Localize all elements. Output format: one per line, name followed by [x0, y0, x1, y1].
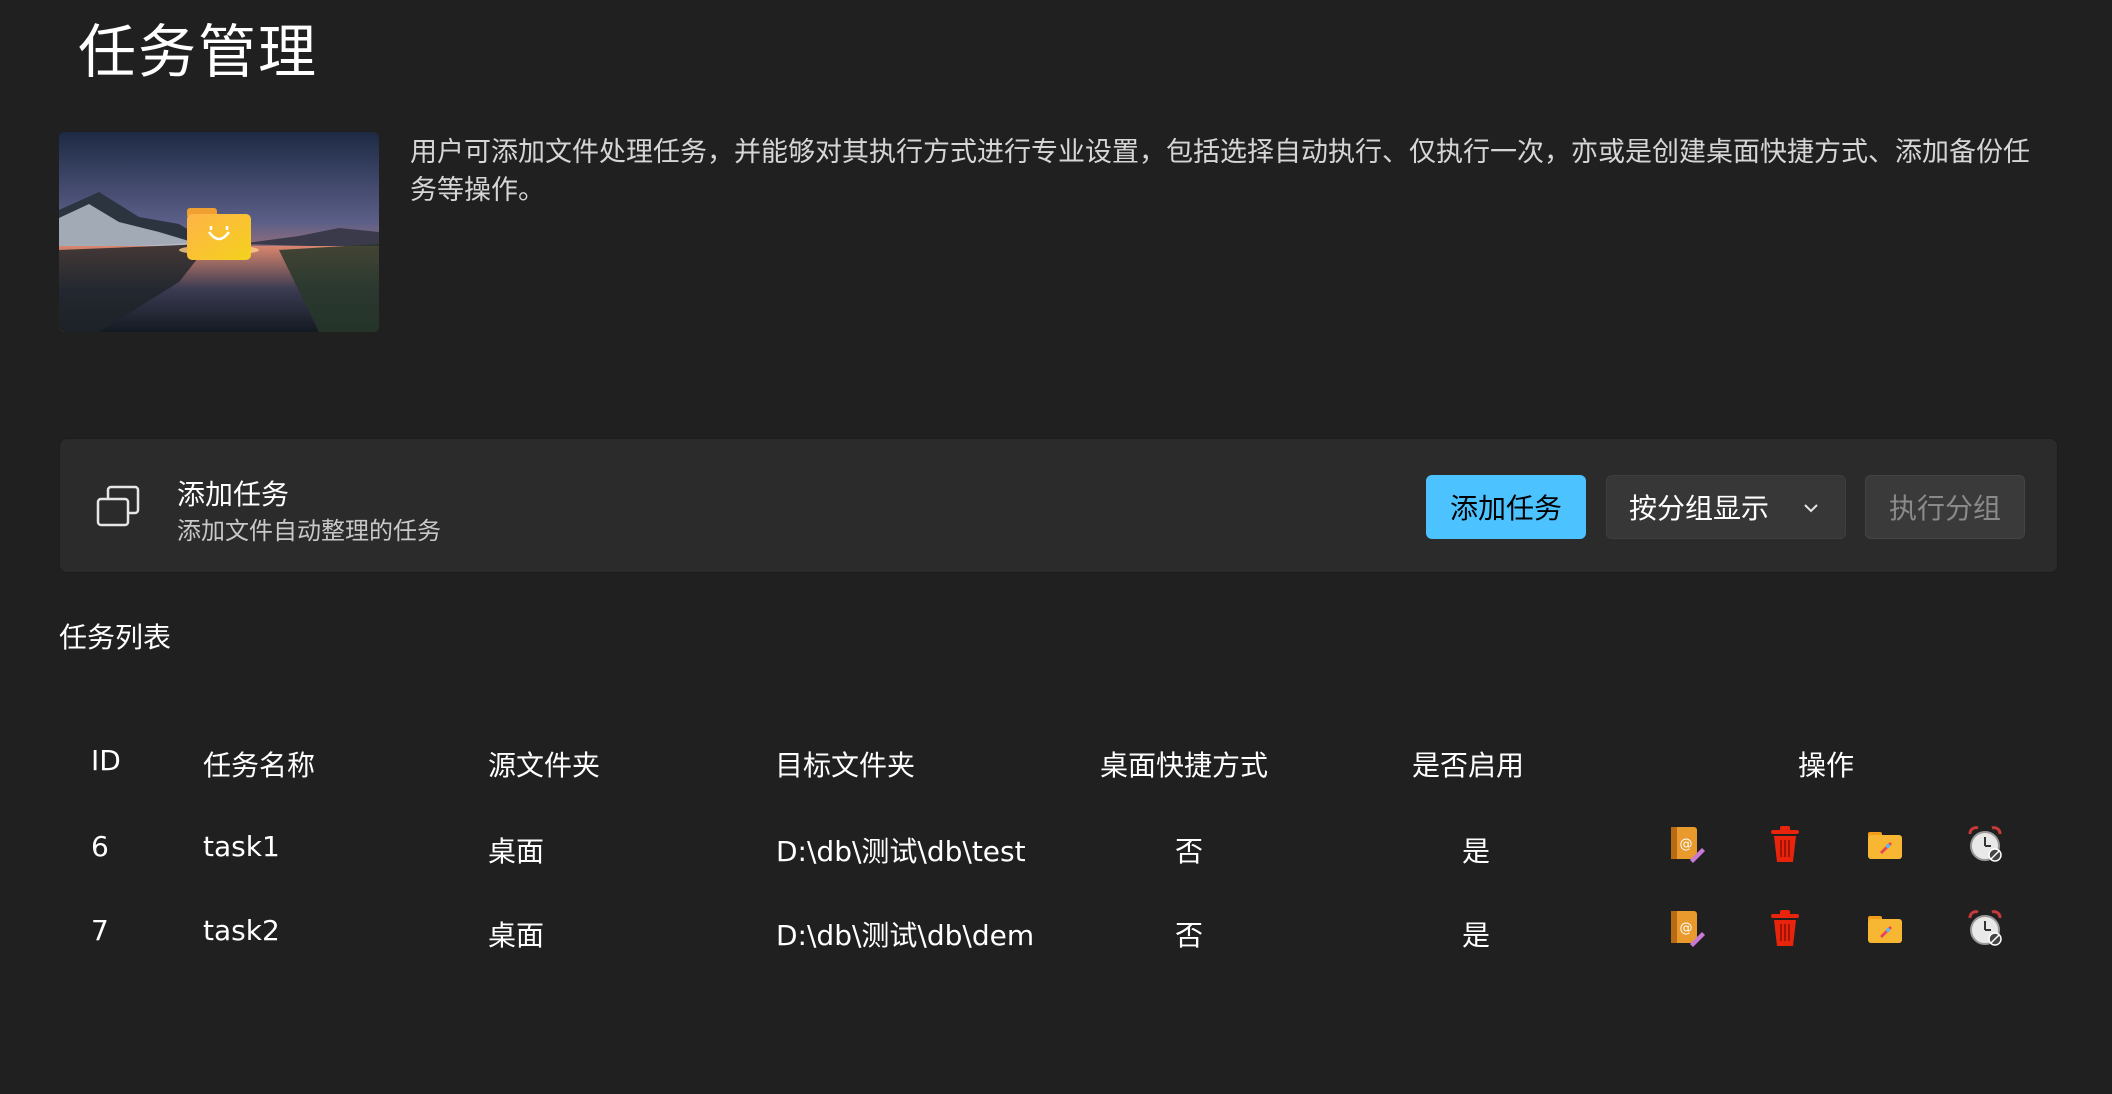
column-header-target: 目标文件夹: [775, 749, 916, 782]
alarm-clock-icon[interactable]: [1965, 824, 2005, 864]
cell-target: D:\db\测试\db\test: [776, 835, 1026, 868]
page-description: 用户可添加文件处理任务，并能够对其执行方式进行专业设置，包括选择自动执行、仅执行…: [410, 137, 2030, 206]
column-header-enabled: 是否启用: [1412, 749, 1525, 782]
add-task-card-subtitle: 添加文件自动整理的任务: [177, 517, 441, 545]
cell-source: 桌面: [488, 835, 545, 868]
cell-enabled: 是: [1462, 919, 1491, 952]
cell-shortcut: 否: [1175, 835, 1204, 868]
column-header-id: ID: [91, 744, 121, 777]
add-task-card-title: 添加任务: [177, 478, 290, 511]
column-header-name: 任务名称: [203, 749, 316, 782]
cell-shortcut: 否: [1175, 919, 1204, 952]
task-list-title: 任务列表: [59, 621, 172, 654]
cell-enabled: 是: [1462, 835, 1491, 868]
svg-text:@: @: [1680, 921, 1693, 936]
folder-rocket-icon[interactable]: [1865, 824, 1905, 864]
add-task-card: 添加任务 添加文件自动整理的任务 添加任务 按分组显示 执行分组: [59, 438, 2058, 573]
group-display-select[interactable]: 按分组显示: [1606, 475, 1846, 539]
chevron-down-icon: [1804, 504, 1818, 513]
folder-rocket-icon[interactable]: [1865, 908, 1905, 948]
alarm-clock-icon[interactable]: [1965, 908, 2005, 948]
edit-contact-icon[interactable]: @: [1666, 908, 1706, 948]
run-group-button[interactable]: 执行分组: [1865, 475, 2025, 539]
cell-id: 7: [91, 914, 109, 947]
page-title: 任务管理: [78, 18, 319, 86]
add-task-button[interactable]: 添加任务: [1426, 475, 1586, 539]
group-display-select-label: 按分组显示: [1629, 492, 1770, 525]
cell-name: task1: [203, 830, 280, 863]
copy-windows-icon: [96, 485, 140, 527]
banner-image: [59, 132, 379, 332]
trash-icon[interactable]: [1765, 824, 1805, 864]
task-management-page: 任务管理 用户可添加文件处理任务，并能够对其执行方式进行专业设置，包括选择自动执…: [0, 0, 2112, 1094]
column-header-source: 源文件夹: [488, 749, 601, 782]
svg-text:@: @: [1680, 837, 1693, 852]
cell-target: D:\db\测试\db\demo: [776, 919, 1032, 952]
cell-id: 6: [91, 830, 109, 863]
trash-icon[interactable]: [1765, 908, 1805, 948]
cell-source: 桌面: [488, 919, 545, 952]
edit-contact-icon[interactable]: @: [1666, 824, 1706, 864]
sunset-lake-folder-illustration: [59, 132, 379, 332]
cell-name: task2: [203, 914, 280, 947]
column-header-shortcut: 桌面快捷方式: [1100, 749, 1269, 782]
column-header-actions: 操作: [1798, 749, 1855, 782]
